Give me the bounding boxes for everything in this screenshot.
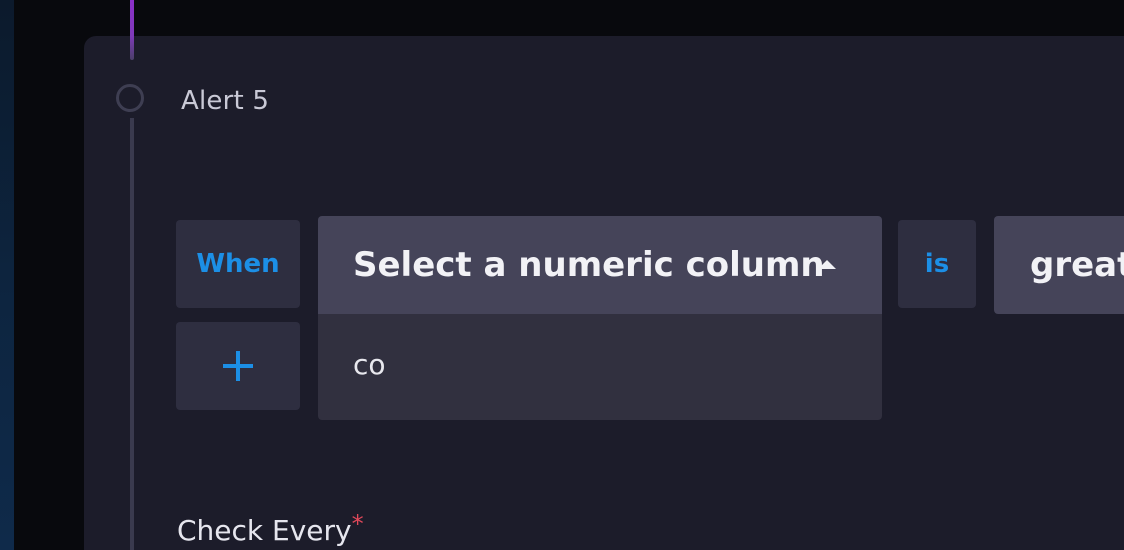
timeline-connector-active xyxy=(130,0,134,60)
timeline-node-icon xyxy=(116,84,144,112)
add-condition-button[interactable] xyxy=(176,322,300,410)
numeric-column-select[interactable]: Select a numeric column xyxy=(318,216,882,314)
sidebar-edge xyxy=(0,0,14,550)
required-marker: * xyxy=(351,510,364,538)
check-every-text: Check Every xyxy=(177,514,352,547)
timeline-connector xyxy=(130,118,134,550)
comparison-select-value: great xyxy=(1030,245,1124,285)
plus-icon xyxy=(223,351,253,381)
when-label: When xyxy=(176,220,300,308)
caret-up-icon[interactable] xyxy=(818,260,836,269)
comparison-select[interactable]: great xyxy=(994,216,1124,314)
check-every-label: Check Every* xyxy=(177,510,364,547)
alert-title: Alert 5 xyxy=(181,86,270,116)
app-root: Alert 5 When Select a numeric column co … xyxy=(0,0,1124,550)
column-search-input[interactable]: co xyxy=(318,314,882,420)
column-search-text: co xyxy=(353,348,386,381)
operator-label: is xyxy=(898,220,976,308)
numeric-column-select-value: Select a numeric column xyxy=(353,245,825,285)
